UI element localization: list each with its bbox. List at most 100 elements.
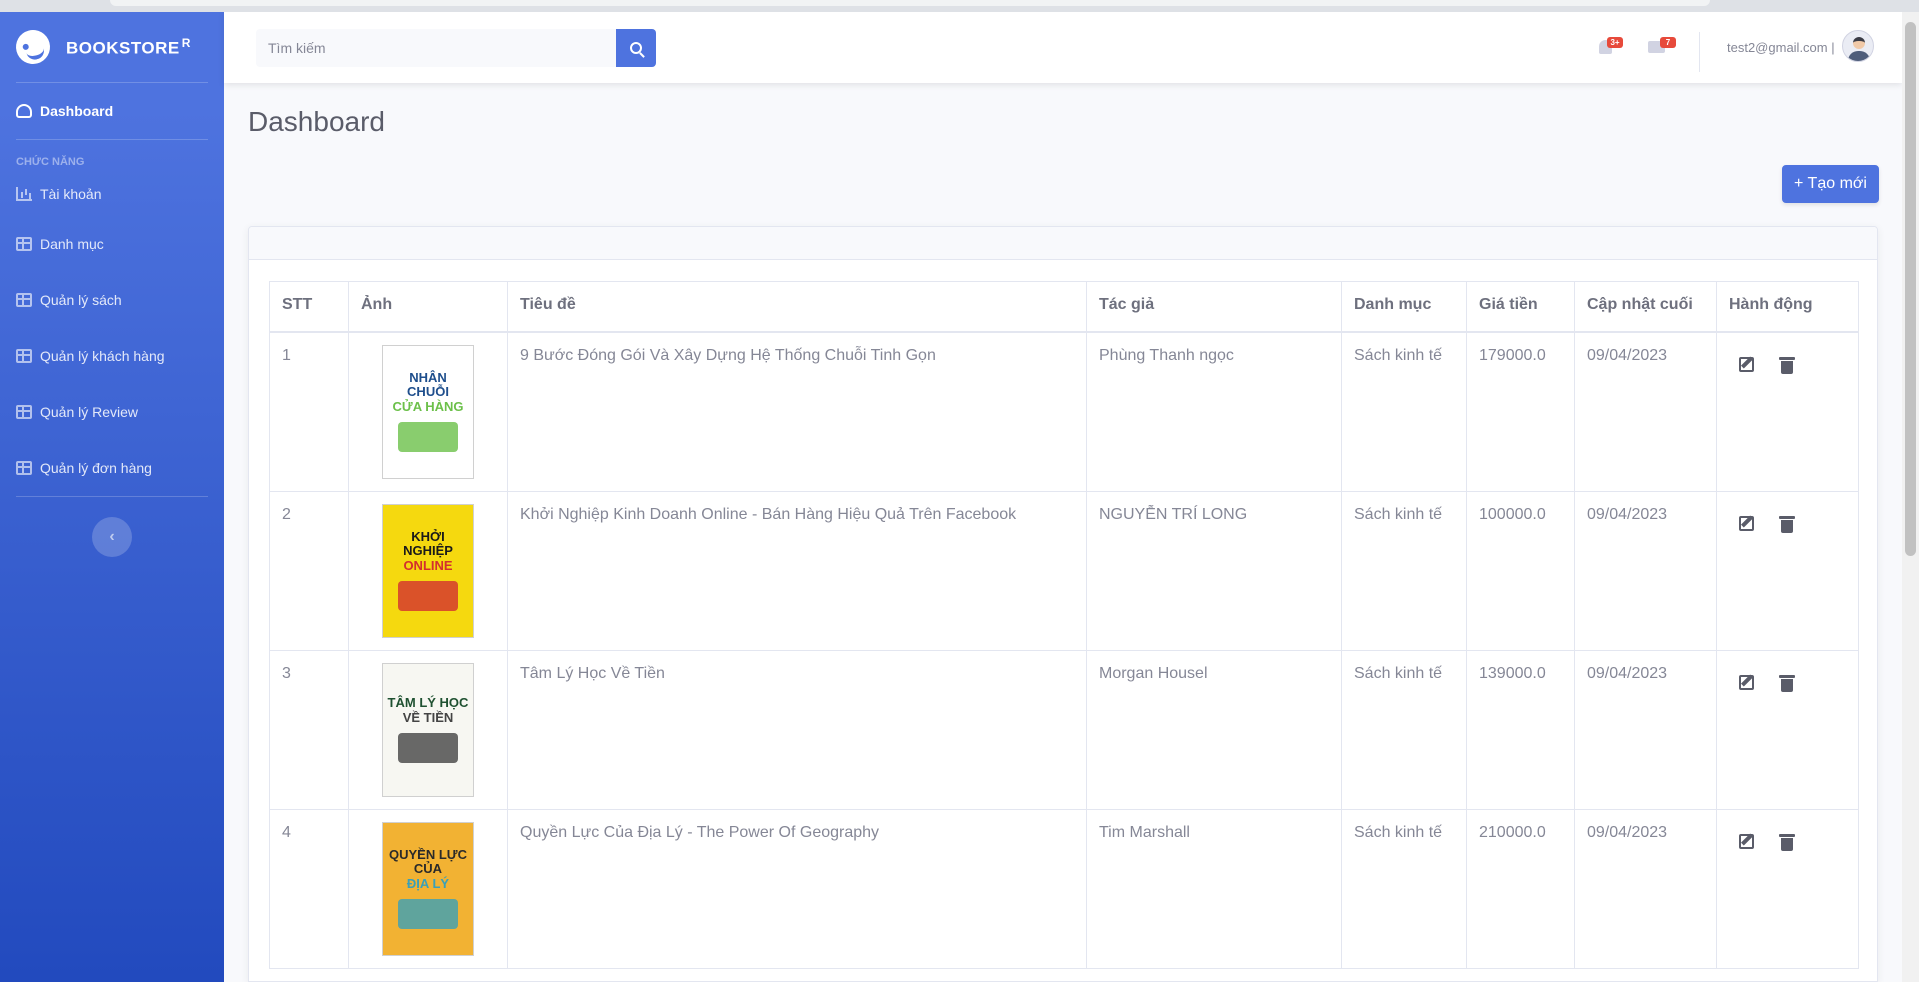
user-email[interactable]: test2@gmail.com | (1727, 40, 1835, 55)
table-icon (16, 293, 32, 307)
sidebar-item-accounts[interactable]: Tài khoản (0, 172, 224, 216)
sidebar: BOOKSTORE R Dashboard CHỨC NĂNG Tài khoản… (0, 12, 224, 982)
trash-icon[interactable] (1779, 515, 1795, 533)
create-new-button[interactable]: + Tạo mới (1782, 165, 1879, 203)
search-form (256, 29, 656, 67)
stt-cell: 1 (269, 331, 349, 492)
sidebar-item-label: Quản lý Review (40, 404, 139, 420)
updated-cell: 09/04/2023 (1574, 649, 1717, 810)
sidebar-item-categories[interactable]: Danh mục (0, 216, 224, 272)
edit-icon[interactable] (1739, 674, 1754, 690)
cover-text: NHÂN (409, 370, 447, 386)
edit-icon[interactable] (1739, 833, 1754, 849)
page-title: Dashboard (248, 106, 385, 137)
sidebar-item-orders[interactable]: Quản lý đơn hàng (0, 440, 224, 496)
book-cover-image: NHÂN CHUỖI CỬA HÀNG (382, 344, 474, 479)
table-icon (16, 349, 32, 363)
table-row: 1 NHÂN CHUỖI CỬA HÀNG 9 Bước Đóng Gói Và Xây… (269, 331, 1859, 492)
avatar-body (1848, 51, 1870, 61)
title-cell: Quyền Lực Của Địa Lý - The Power Of Geog… (507, 808, 1087, 969)
cover-text: ĐỊA LÝ (406, 875, 450, 891)
sidebar-divider (16, 496, 208, 497)
header-author[interactable]: Tác giả (1086, 281, 1342, 333)
row-actions (1729, 506, 1846, 533)
chevron-left-icon: ‹ (109, 528, 115, 545)
chart-area-icon (16, 187, 32, 201)
cover-art (398, 732, 458, 763)
price-cell: 179000.0 (1466, 331, 1575, 492)
search-button[interactable] (616, 29, 656, 67)
table-header-row: STT Ảnh Tiêu đề Tác giả Danh mục Giá tiề… (269, 281, 1859, 333)
sidebar-item-books[interactable]: Quản lý sách (0, 272, 224, 328)
edit-icon[interactable] (1739, 515, 1754, 531)
header-title[interactable]: Tiêu đề (507, 281, 1087, 333)
sidebar-item-label: Quản lý sách (40, 292, 122, 308)
user-avatar[interactable] (1842, 30, 1874, 62)
actions-cell (1716, 331, 1859, 492)
cover-text: VỀ TIỀN (402, 709, 454, 725)
table-row: 4 QUYỀN LỰC CỦA ĐỊA LÝ Quyền Lực Của Địa Lý … (269, 808, 1859, 969)
cover-text: TÂM LÝ HỌC (387, 695, 469, 711)
price-cell: 100000.0 (1466, 490, 1575, 651)
sidebar-item-label: Tài khoản (40, 186, 102, 202)
trash-icon[interactable] (1779, 674, 1795, 692)
cover-text: KHỞI (411, 529, 445, 545)
stt-cell: 3 (269, 649, 349, 810)
scrollbar-thumb[interactable] (1905, 22, 1916, 556)
author-cell: Morgan Housel (1086, 649, 1342, 810)
header-price[interactable]: Giá tiền (1466, 281, 1575, 333)
cover-text: QUYỀN LỰC (389, 847, 467, 863)
alerts-badge: 3+ (1607, 37, 1623, 48)
book-cover-image: QUYỀN LỰC CỦA ĐỊA LÝ (382, 821, 474, 956)
image-cell: QUYỀN LỰC CỦA ĐỊA LÝ (348, 808, 508, 969)
header-image[interactable]: Ảnh (348, 281, 508, 333)
books-card: STT Ảnh Tiêu đề Tác giả Danh mục Giá tiề… (248, 226, 1878, 982)
page-scrollbar[interactable] (1902, 12, 1919, 982)
author-cell: NGUYỄN TRÍ LONG (1086, 490, 1342, 651)
title-cell: 9 Bước Đóng Gói Và Xây Dựng Hệ Thống Chu… (507, 331, 1087, 492)
sidebar-item-reviews[interactable]: Quản lý Review (0, 384, 224, 440)
cover-text: ONLINE (403, 557, 453, 573)
category-cell: Sách kinh tế (1341, 490, 1467, 651)
category-cell: Sách kinh tế (1341, 331, 1467, 492)
header-updated[interactable]: Cập nhật cuối (1574, 281, 1717, 333)
table-icon (16, 461, 32, 475)
topbar: 3+ 7 test2@gmail.com | (224, 12, 1902, 83)
row-actions (1729, 347, 1846, 374)
actions-cell (1716, 808, 1859, 969)
sidebar-heading: CHỨC NĂNG (16, 156, 85, 168)
sidebar-toggle-button[interactable]: ‹ (92, 517, 132, 557)
sidebar-item-dashboard[interactable]: Dashboard (0, 83, 224, 139)
sidebar-item-label: Dashboard (40, 103, 114, 119)
cover-art (398, 421, 458, 452)
sidebar-item-label: Quản lý khách hàng (40, 348, 165, 364)
book-cover-image: TÂM LÝ HỌC VỀ TIỀN (382, 662, 474, 797)
trash-icon[interactable] (1779, 356, 1795, 374)
title-cell: Khởi Nghiệp Kinh Doanh Online - Bán Hàng… (507, 490, 1087, 651)
cover-text: NGHIỆP (403, 543, 453, 559)
header-actions[interactable]: Hành động (1716, 281, 1859, 333)
edit-icon[interactable] (1739, 356, 1754, 372)
row-actions (1729, 824, 1846, 851)
sidebar-item-customers[interactable]: Quản lý khách hàng (0, 328, 224, 384)
table-wrapper: STT Ảnh Tiêu đề Tác giả Danh mục Giá tiề… (269, 281, 1859, 969)
topbar-divider (1699, 32, 1700, 72)
header-category[interactable]: Danh mục (1341, 281, 1467, 333)
row-actions (1729, 665, 1846, 692)
messages-badge: 7 (1660, 37, 1676, 48)
author-cell: Tim Marshall (1086, 808, 1342, 969)
cover-text: CỦA (413, 861, 443, 877)
alerts-button[interactable]: 3+ (1592, 34, 1623, 60)
author-cell: Phùng Thanh ngọc (1086, 331, 1342, 492)
table-row: 3 TÂM LÝ HỌC VỀ TIỀN Tâm Lý Học Về Tiền Morg… (269, 649, 1859, 810)
books-table: STT Ảnh Tiêu đề Tác giả Danh mục Giá tiề… (269, 281, 1859, 969)
table-row: 2 KHỞI NGHIỆP ONLINE Khởi Nghiệp Kinh Doanh … (269, 490, 1859, 651)
price-cell: 210000.0 (1466, 808, 1575, 969)
messages-button[interactable]: 7 (1642, 34, 1676, 60)
cover-text: CHUỖI (407, 384, 449, 400)
brand[interactable]: BOOKSTORE R (0, 12, 224, 82)
title-cell: Tâm Lý Học Về Tiền (507, 649, 1087, 810)
search-input[interactable] (256, 29, 616, 67)
trash-icon[interactable] (1779, 833, 1795, 851)
header-stt[interactable]: STT (269, 281, 349, 333)
